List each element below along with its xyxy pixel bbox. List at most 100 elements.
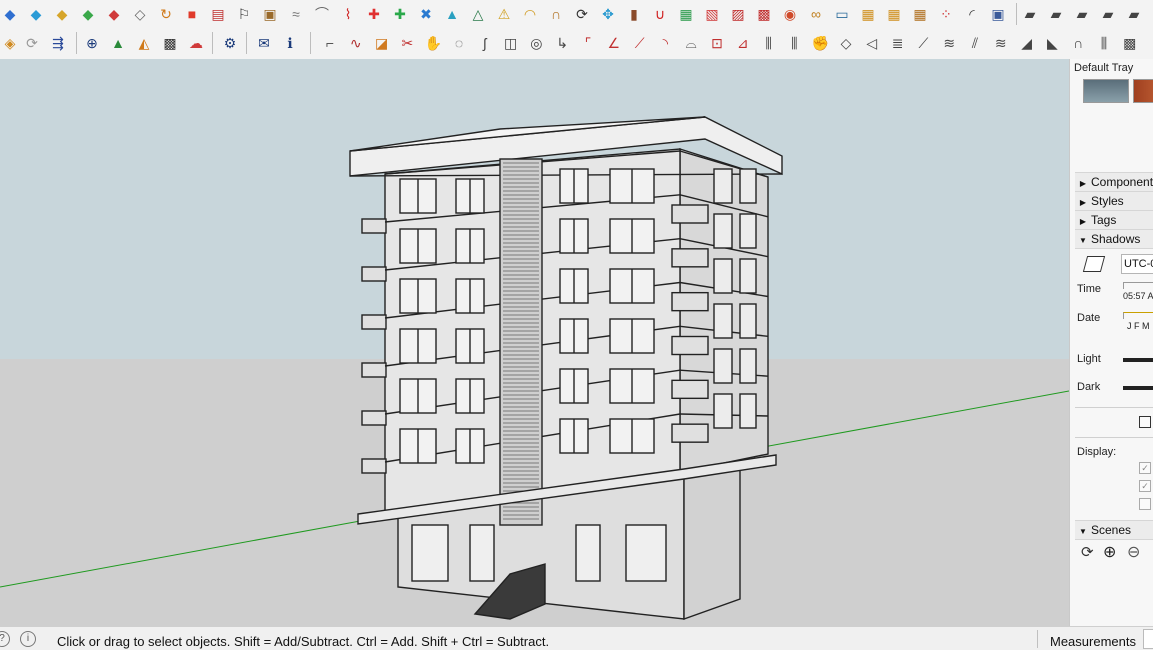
- curve-icon[interactable]: ⌒: [312, 4, 332, 24]
- use-sun-checkbox[interactable]: [1139, 416, 1151, 428]
- view-right-icon[interactable]: ▰: [1098, 4, 1118, 24]
- cube-tool-icon[interactable]: ◫: [501, 33, 521, 53]
- settings-icon[interactable]: ⚙: [220, 33, 240, 53]
- protractor-tool-icon[interactable]: ⊿: [733, 33, 753, 53]
- glove-tool-icon[interactable]: ✊: [810, 33, 830, 53]
- panels-icon[interactable]: ▣: [988, 4, 1008, 24]
- layers-icon[interactable]: ▧: [702, 4, 722, 24]
- arch-tool-icon[interactable]: ∩: [1068, 33, 1088, 53]
- magnet-icon[interactable]: ∪: [650, 4, 670, 24]
- angle-tool-icon[interactable]: ∠: [604, 33, 624, 53]
- mesh-tool-icon[interactable]: ▩: [1120, 33, 1140, 53]
- grid-alt-icon[interactable]: ▦: [884, 4, 904, 24]
- pipe-icon[interactable]: ≈: [286, 4, 306, 24]
- corner-tool-icon[interactable]: ⌜: [578, 33, 598, 53]
- ramp-tool-icon[interactable]: ⟋: [913, 33, 933, 53]
- rectangle-icon[interactable]: ■: [182, 4, 202, 24]
- box-icon[interactable]: ▣: [260, 4, 280, 24]
- open-icon[interactable]: ◆: [26, 4, 46, 24]
- tape-tool-icon[interactable]: ⊡: [707, 33, 727, 53]
- material-thumbnail-1[interactable]: [1083, 79, 1129, 103]
- plus-green-icon[interactable]: ✚: [390, 4, 410, 24]
- measurements-input[interactable]: [1143, 629, 1153, 649]
- paste-icon[interactable]: ◇: [130, 4, 150, 24]
- timezone-select[interactable]: UTC-0: [1121, 254, 1153, 274]
- lines-tool-icon[interactable]: ≋: [939, 33, 959, 53]
- panel-scenes[interactable]: ▼ Scenes: [1075, 520, 1153, 540]
- lines-alt-tool-icon[interactable]: ≋: [991, 33, 1011, 53]
- hook-tool-icon[interactable]: ↳: [552, 33, 572, 53]
- on-ground-checkbox[interactable]: ✓: [1139, 480, 1151, 492]
- scene-refresh-icon[interactable]: ⟳: [1081, 543, 1094, 561]
- freehand-tool-icon[interactable]: ∿: [346, 33, 366, 53]
- info-icon[interactable]: ℹ: [280, 33, 300, 53]
- component-icon[interactable]: ▨: [728, 4, 748, 24]
- cloud-upload-icon[interactable]: ☁: [186, 33, 206, 53]
- tree-icon[interactable]: ▲: [108, 33, 128, 53]
- flag-icon[interactable]: ⚐: [234, 4, 254, 24]
- cone-outline-icon[interactable]: △: [468, 4, 488, 24]
- scissors-tool-icon[interactable]: ✂: [397, 33, 417, 53]
- dotted-arc-icon[interactable]: ◜: [962, 4, 982, 24]
- checker-icon[interactable]: ▩: [160, 33, 180, 53]
- add-circle-icon[interactable]: ⊕: [82, 33, 102, 53]
- view-top-icon[interactable]: ▰: [1046, 4, 1066, 24]
- cut-icon[interactable]: ◆: [78, 4, 98, 24]
- line-tool-icon[interactable]: ⌐: [320, 33, 340, 53]
- hand-tool-icon[interactable]: ✋: [423, 33, 443, 53]
- dark-slider[interactable]: [1123, 386, 1153, 390]
- material-thumbnail-2[interactable]: [1133, 79, 1153, 103]
- shape-tool-icon[interactable]: ◢: [1017, 33, 1037, 53]
- warning-icon[interactable]: ⚠: [494, 4, 514, 24]
- light-slider[interactable]: [1123, 358, 1153, 362]
- save-icon[interactable]: ◆: [52, 4, 72, 24]
- curl-tool-icon[interactable]: ʃ: [475, 33, 495, 53]
- on-faces-checkbox[interactable]: ✓: [1139, 462, 1151, 474]
- move-icon[interactable]: ✥: [598, 4, 618, 24]
- fan-tool-icon[interactable]: ◁: [862, 33, 882, 53]
- stairs-tool-icon[interactable]: ≣: [888, 33, 908, 53]
- slope-tool-icon[interactable]: ⟋: [630, 33, 650, 53]
- dots-curve-icon[interactable]: ⌇: [338, 4, 358, 24]
- geolocation-icon[interactable]: ?: [0, 631, 10, 647]
- colonnade-tool-icon[interactable]: ⫼: [784, 33, 804, 53]
- grille-tool-icon[interactable]: ⫼: [1094, 33, 1114, 53]
- scene-remove-icon[interactable]: ⊖: [1127, 542, 1140, 562]
- bridge-tool-icon[interactable]: ⌓: [681, 33, 701, 53]
- grid-dark-icon[interactable]: ▦: [910, 4, 930, 24]
- view-front-icon[interactable]: ▰: [1072, 4, 1092, 24]
- skew-tool-icon[interactable]: ⫽: [965, 33, 985, 53]
- view-back-icon[interactable]: ▰: [1124, 4, 1144, 24]
- panel-components[interactable]: ▶ Components: [1075, 172, 1153, 192]
- gem-icon[interactable]: ◉: [780, 4, 800, 24]
- frame-icon[interactable]: ▭: [832, 4, 852, 24]
- plus-red-icon[interactable]: ✚: [364, 4, 384, 24]
- face-tool-icon[interactable]: ◎: [526, 33, 546, 53]
- panel-tags[interactable]: ▶ Tags: [1075, 210, 1153, 230]
- hook-icon[interactable]: ∩: [546, 4, 566, 24]
- table-icon[interactable]: ▤: [208, 4, 228, 24]
- columns-tool-icon[interactable]: ⫼: [759, 33, 779, 53]
- stack-icon[interactable]: ▦: [676, 4, 696, 24]
- select-arrow-icon[interactable]: ◈: [0, 33, 20, 53]
- model-viewport[interactable]: [0, 59, 1069, 626]
- orbit-icon[interactable]: ↻: [156, 4, 176, 24]
- terrain-icon[interactable]: ◭: [134, 33, 154, 53]
- rotate-icon[interactable]: ⟳: [572, 4, 592, 24]
- panel-tool-icon[interactable]: ◇: [836, 33, 856, 53]
- cone-icon[interactable]: ▲: [442, 4, 462, 24]
- grid-icon[interactable]: ▦: [858, 4, 878, 24]
- copy-icon[interactable]: ◆: [104, 4, 124, 24]
- bubble-tool-icon[interactable]: ◌: [449, 33, 469, 53]
- info-status-icon[interactable]: i: [20, 631, 36, 647]
- arc-tool-icon[interactable]: ◝: [655, 33, 675, 53]
- cup-icon[interactable]: ▮: [624, 4, 644, 24]
- cross-blue-icon[interactable]: ✖: [416, 4, 436, 24]
- arc-icon[interactable]: ◠: [520, 4, 540, 24]
- from-edges-checkbox[interactable]: [1139, 498, 1151, 510]
- scene-add-icon[interactable]: ⊕: [1103, 542, 1116, 562]
- view-iso-icon[interactable]: ▰: [1020, 4, 1040, 24]
- chain-icon[interactable]: ∞: [806, 4, 826, 24]
- refresh-icon[interactable]: ⟳: [22, 33, 42, 53]
- date-slider[interactable]: [1123, 312, 1153, 319]
